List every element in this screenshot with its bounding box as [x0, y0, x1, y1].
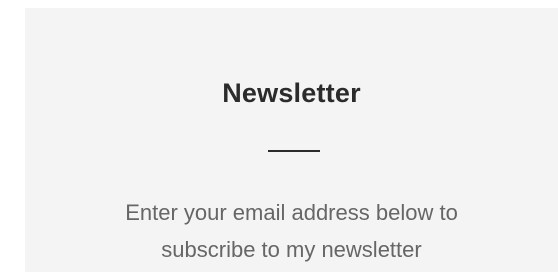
newsletter-title: Newsletter	[222, 78, 361, 108]
newsletter-panel: Newsletter Enter your email address belo…	[25, 8, 558, 272]
newsletter-description-line-1: Enter your email address below to	[125, 200, 458, 225]
newsletter-description-line-2: subscribe to my newsletter	[161, 237, 422, 262]
title-divider	[268, 150, 320, 152]
newsletter-description: Enter your email address below to subscr…	[25, 194, 558, 268]
